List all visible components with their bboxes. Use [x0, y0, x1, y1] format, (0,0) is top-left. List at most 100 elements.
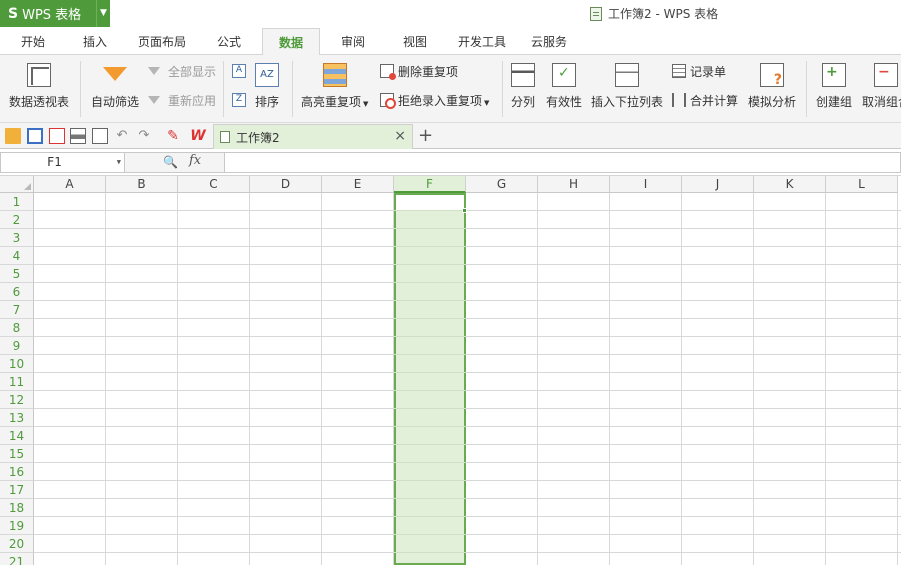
tab-home[interactable]: 开始 [8, 28, 58, 55]
column-header-d[interactable]: D [250, 176, 322, 193]
column-header-f[interactable]: F [394, 176, 466, 193]
insert-dropdown-button[interactable]: 插入下拉列表 [591, 63, 663, 110]
row-header-19[interactable]: 19 [0, 517, 34, 535]
reapply-label: 重新应用 [168, 93, 217, 108]
create-group-button[interactable]: 创建组 [816, 63, 852, 110]
undo-icon[interactable]: ↶ [114, 128, 130, 144]
pdf-icon[interactable] [49, 128, 65, 144]
sort-descending-button[interactable]: Z [232, 91, 250, 109]
column-header-c[interactable]: C [178, 176, 250, 193]
sort-button[interactable]: AZ 排序 [255, 63, 279, 110]
print-icon[interactable] [70, 128, 86, 144]
column-header-a[interactable]: A [34, 176, 106, 193]
row-header-18[interactable]: 18 [0, 499, 34, 517]
row-header-10[interactable]: 10 [0, 355, 34, 373]
column-header-l[interactable]: L [826, 176, 898, 193]
name-box-dropdown-icon[interactable]: ▼ [117, 153, 121, 172]
fill-handle[interactable] [462, 208, 467, 213]
row-header-7[interactable]: 7 [0, 301, 34, 319]
tab-review[interactable]: 审阅 [330, 28, 376, 55]
window-title: 工作簿2 - WPS 表格 [590, 5, 718, 22]
pivot-table-button[interactable]: 数据透视表 [9, 63, 69, 110]
app-menu-dropdown-icon[interactable]: ▼ [96, 0, 110, 27]
row-header-6[interactable]: 6 [0, 283, 34, 301]
column-header-b[interactable]: B [106, 176, 178, 193]
row-header-4[interactable]: 4 [0, 247, 34, 265]
reapply-button[interactable]: 重新应用 [148, 91, 216, 109]
name-box[interactable]: F1 ▼ [0, 152, 125, 173]
record-form-label: 记录单 [690, 64, 727, 79]
tab-developer[interactable]: 开发工具 [452, 28, 512, 55]
open-icon[interactable] [5, 128, 21, 144]
new-tab-icon[interactable]: + [418, 125, 433, 146]
save-icon[interactable] [27, 128, 43, 144]
sort-ascending-icon: A [232, 64, 246, 78]
column-header-h[interactable]: H [538, 176, 610, 193]
select-all-corner[interactable] [0, 176, 34, 193]
cell-area[interactable] [34, 193, 901, 565]
consolidate-button[interactable]: 合并计算 [672, 91, 738, 109]
tab-page-layout[interactable]: 页面布局 [132, 28, 192, 55]
record-form-button[interactable]: 记录单 [672, 62, 726, 80]
show-all-button[interactable]: 全部显示 [148, 62, 216, 80]
what-if-button[interactable]: 模拟分析 [748, 63, 796, 110]
preview-icon[interactable] [92, 128, 108, 144]
remove-duplicates-button[interactable]: 删除重复项 [380, 62, 458, 80]
ungroup-label: 取消组合 [862, 95, 901, 109]
column-header-j[interactable]: J [682, 176, 754, 193]
row-header-17[interactable]: 17 [0, 481, 34, 499]
quick-access-bar: ↶ ↷ ✎ W 工作簿2 × + [0, 123, 901, 149]
wps-icon[interactable]: W [190, 128, 206, 144]
row-header-5[interactable]: 5 [0, 265, 34, 283]
spreadsheet-grid[interactable]: ABCDEFGHIJKL 1 2 3 4 5 6 7 8 9 10 11 12 13 14 15 16 17 18… [0, 176, 901, 565]
row-header-14[interactable]: 14 [0, 427, 34, 445]
column-header-i[interactable]: I [610, 176, 682, 193]
row-header-12[interactable]: 12 [0, 391, 34, 409]
delete-duplicates-icon [380, 64, 396, 80]
highlight-duplicates-button[interactable]: 高亮重复项 ▼ [301, 63, 368, 110]
tab-data[interactable]: 数据 [262, 28, 320, 56]
split-column-button[interactable]: 分列 [511, 63, 535, 110]
row-header-1[interactable]: 1 [0, 193, 34, 211]
row-header-13[interactable]: 13 [0, 409, 34, 427]
column-header-g[interactable]: G [466, 176, 538, 193]
formula-input[interactable] [224, 152, 901, 173]
app-logo-icon: S [8, 5, 19, 22]
ribbon-separator [80, 61, 81, 117]
row-header-8[interactable]: 8 [0, 319, 34, 337]
autofilter-button[interactable]: 自动筛选 [91, 63, 139, 110]
close-tab-icon[interactable]: × [394, 128, 406, 144]
format-painter-icon[interactable]: ✎ [165, 128, 181, 144]
tab-view[interactable]: 视图 [392, 28, 438, 55]
tab-insert[interactable]: 插入 [70, 28, 120, 55]
fx-icon[interactable]: fx [189, 153, 201, 168]
row-header-3[interactable]: 3 [0, 229, 34, 247]
redo-icon[interactable]: ↷ [136, 128, 152, 144]
row-header-16[interactable]: 16 [0, 463, 34, 481]
sort-ascending-button[interactable]: A [232, 62, 250, 80]
ribbon-separator [223, 61, 224, 117]
row-header-11[interactable]: 11 [0, 373, 34, 391]
app-menu-button[interactable]: S WPS 表格 ▼ [0, 0, 110, 27]
row-header-21[interactable]: 21 [0, 553, 34, 565]
reject-duplicates-button[interactable]: 拒绝录入重复项 ▼ [380, 91, 489, 109]
active-cell[interactable] [396, 195, 464, 210]
row-header-20[interactable]: 20 [0, 535, 34, 553]
name-box-value: F1 [47, 155, 62, 169]
split-column-icon [511, 63, 535, 87]
validity-icon [552, 63, 576, 87]
column-header-e[interactable]: E [322, 176, 394, 193]
validity-button[interactable]: 有效性 [546, 63, 582, 110]
tab-formula[interactable]: 公式 [206, 28, 252, 55]
row-header-9[interactable]: 9 [0, 337, 34, 355]
row-header-2[interactable]: 2 [0, 211, 34, 229]
window-title-text: 工作簿2 - WPS 表格 [608, 7, 719, 21]
menu-tabs: 开始 插入 页面布局 公式 数据 审阅 视图 开发工具 云服务 [0, 28, 901, 56]
ribbon-separator [292, 61, 293, 117]
tab-cloud[interactable]: 云服务 [524, 28, 574, 55]
row-header-15[interactable]: 15 [0, 445, 34, 463]
zoom-icon[interactable]: 🔍 [163, 155, 178, 169]
ungroup-button[interactable]: 取消组合 [862, 63, 901, 110]
document-tab[interactable]: 工作簿2 × [213, 124, 413, 149]
column-header-k[interactable]: K [754, 176, 826, 193]
